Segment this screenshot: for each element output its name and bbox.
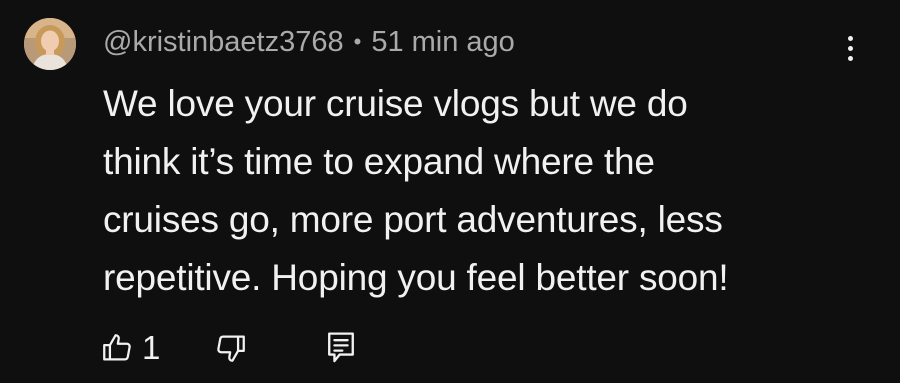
comment-text: We love your cruise vlogs but we do thin… <box>103 75 843 307</box>
like-button[interactable]: 1 <box>100 329 160 367</box>
comment: @kristinbaetz3768 • 51 min ago We love y… <box>0 0 900 383</box>
comment-text-line: repetitive. Hoping you feel better soon! <box>103 257 729 298</box>
meta-separator: • <box>353 29 362 54</box>
reply-button[interactable] <box>326 331 356 365</box>
comment-text-line: think it’s time to expand where the <box>103 141 655 182</box>
avatar[interactable] <box>24 18 76 70</box>
avatar-image <box>24 18 76 70</box>
dislike-button[interactable] <box>214 331 248 365</box>
reply-icon <box>328 332 355 363</box>
thumbs-up-icon <box>103 334 131 361</box>
comment-text-line: We love your cruise vlogs but we do <box>103 83 688 124</box>
comment-text-line: cruises go, more port adventures, less <box>103 199 723 240</box>
author-handle[interactable]: @kristinbaetz3768 <box>103 26 344 59</box>
comment-actions: 1 <box>100 326 356 370</box>
thumbs-down-icon <box>217 335 246 362</box>
like-count: 1 <box>142 329 161 366</box>
more-vert-icon[interactable] <box>832 30 868 66</box>
comment-meta: @kristinbaetz3768 • 51 min ago <box>103 22 515 62</box>
comment-timestamp[interactable]: 51 min ago <box>371 26 515 59</box>
